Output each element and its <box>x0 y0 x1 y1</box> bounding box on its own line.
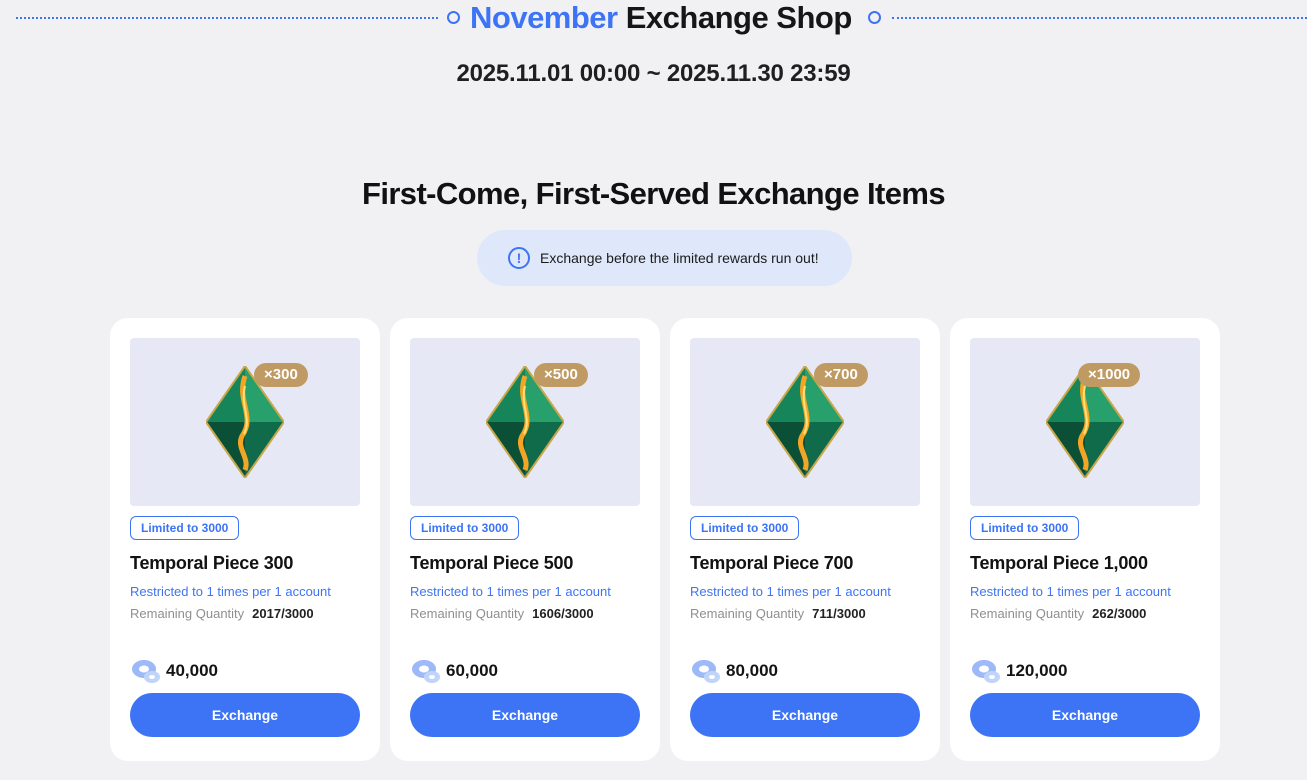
remaining-label: Remaining Quantity <box>130 606 245 621</box>
exchange-item-card: ×700 Limited to 3000 Temporal Piece 700 … <box>670 318 940 761</box>
shop-banner: November Exchange Shop <box>0 0 1307 40</box>
quantity-badge: ×300 <box>254 363 308 387</box>
info-circle-icon: ! <box>508 247 530 269</box>
limit-tag: Limited to 3000 <box>690 516 800 540</box>
event-period: 2025.11.01 00:00 ~ 2025.11.30 23:59 <box>456 60 851 87</box>
exchange-item-card: ×1000 Limited to 3000 Temporal Piece 1,0… <box>950 318 1220 761</box>
limit-tag: Limited to 3000 <box>410 516 520 540</box>
exchange-button[interactable]: Exchange <box>410 693 640 737</box>
remaining-value: 711/3000 <box>812 606 866 621</box>
price-value: 40,000 <box>166 661 218 680</box>
exchange-button[interactable]: Exchange <box>130 693 360 737</box>
price: 120,000 <box>970 657 1067 685</box>
price: 40,000 <box>130 657 218 685</box>
blue-ring-currency-icon <box>692 660 720 683</box>
remaining-quantity: Remaining Quantity 262/3000 <box>970 606 1146 621</box>
remaining-label: Remaining Quantity <box>970 606 1085 621</box>
remaining-label: Remaining Quantity <box>410 606 525 621</box>
item-thumbnail: ×1000 <box>970 338 1200 506</box>
price-value: 80,000 <box>726 661 778 680</box>
notice-banner: ! Exchange before the limited rewards ru… <box>477 230 852 286</box>
item-thumbnail: ×700 <box>690 338 920 506</box>
restriction-text: Restricted to 1 times per 1 account <box>410 584 611 599</box>
banner-dotted-line-right <box>892 17 1307 19</box>
quantity-badge: ×500 <box>534 363 588 387</box>
remaining-quantity: Remaining Quantity 1606/3000 <box>410 606 594 621</box>
price-value: 60,000 <box>446 661 498 680</box>
price: 80,000 <box>690 657 778 685</box>
remaining-value: 2017/3000 <box>252 606 314 621</box>
banner-ring-left <box>447 11 460 24</box>
blue-ring-currency-icon <box>972 660 1000 683</box>
remaining-quantity: Remaining Quantity 2017/3000 <box>130 606 314 621</box>
notice-text: Exchange before the limited rewards run … <box>540 250 819 266</box>
item-name: Temporal Piece 500 <box>410 553 574 573</box>
blue-ring-currency-icon <box>132 660 160 683</box>
item-thumbnail: ×300 <box>130 338 360 506</box>
exchange-shop-page: November Exchange Shop 2025.11.01 00:00 … <box>0 0 1307 780</box>
exchange-items-list: ×300 Limited to 3000 Temporal Piece 300 … <box>110 318 1220 761</box>
quantity-badge: ×1000 <box>1078 363 1141 387</box>
section-title: First-Come, First-Served Exchange Items <box>361 176 946 211</box>
quantity-badge: ×700 <box>814 363 868 387</box>
blue-ring-currency-icon <box>412 660 440 683</box>
exchange-item-card: ×300 Limited to 3000 Temporal Piece 300 … <box>110 318 380 761</box>
item-name: Temporal Piece 300 <box>130 553 294 573</box>
page-title-month: November <box>470 0 618 35</box>
banner-ring-right <box>868 11 881 24</box>
page-title: November Exchange Shop <box>470 0 862 36</box>
price-value: 120,000 <box>1006 661 1068 680</box>
restriction-text: Restricted to 1 times per 1 account <box>690 584 891 599</box>
limit-tag: Limited to 3000 <box>130 516 240 540</box>
remaining-quantity: Remaining Quantity 711/3000 <box>690 606 866 621</box>
item-name: Temporal Piece 1,000 <box>970 553 1148 573</box>
exchange-button[interactable]: Exchange <box>690 693 920 737</box>
exchange-button[interactable]: Exchange <box>970 693 1200 737</box>
remaining-value: 262/3000 <box>1092 606 1147 621</box>
item-name: Temporal Piece 700 <box>690 553 854 573</box>
page-title-text: Exchange Shop <box>625 0 853 35</box>
item-thumbnail: ×500 <box>410 338 640 506</box>
limit-tag: Limited to 3000 <box>970 516 1080 540</box>
exchange-item-card: ×500 Limited to 3000 Temporal Piece 500 … <box>390 318 660 761</box>
restriction-text: Restricted to 1 times per 1 account <box>130 584 331 599</box>
price: 60,000 <box>410 657 498 685</box>
restriction-text: Restricted to 1 times per 1 account <box>970 584 1171 599</box>
remaining-label: Remaining Quantity <box>690 606 805 621</box>
banner-dotted-line-left <box>16 17 438 19</box>
remaining-value: 1606/3000 <box>532 606 594 621</box>
